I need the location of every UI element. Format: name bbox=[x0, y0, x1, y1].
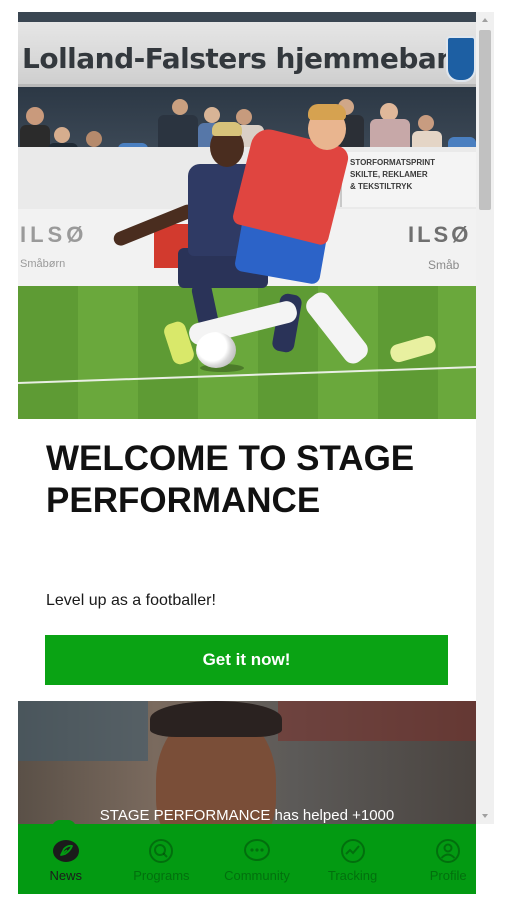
player-hair bbox=[212, 122, 242, 136]
ad-right-subtext: Småb bbox=[428, 258, 460, 272]
nav-item-profile[interactable]: Profile bbox=[400, 824, 476, 894]
nav-label-profile: Profile bbox=[429, 868, 467, 883]
sponsor-board: STORFORMATSPRINT SKILTE, REKLAMER & TEKS… bbox=[340, 152, 476, 207]
nav-label-tracking: Tracking bbox=[327, 868, 378, 883]
app-viewport: Lolland-Falsters hjemmebane STORFORMATSP… bbox=[18, 12, 476, 896]
get-it-now-button[interactable]: Get it now! bbox=[45, 635, 448, 685]
spectator bbox=[86, 131, 102, 147]
spectator bbox=[172, 99, 188, 115]
spectator bbox=[26, 107, 44, 125]
sponsor-line: SKILTE, REKLAMER bbox=[350, 170, 428, 179]
bottom-nav: News Programs Community Tracking Profile bbox=[18, 824, 476, 894]
promo-caption: STAGE PERFORMANCE has helped +1000 bbox=[99, 807, 395, 824]
news-icon bbox=[51, 838, 81, 864]
nav-item-programs[interactable]: Programs bbox=[114, 824, 210, 894]
nav-item-tracking[interactable]: Tracking bbox=[305, 824, 401, 894]
promo-background bbox=[18, 701, 148, 761]
hero-top-strip bbox=[18, 12, 476, 22]
profile-icon bbox=[433, 838, 463, 864]
spectator bbox=[204, 107, 220, 123]
scrollbar-thumb[interactable] bbox=[479, 30, 491, 210]
vertical-scrollbar[interactable] bbox=[476, 12, 494, 824]
spectator bbox=[54, 127, 70, 143]
ad-left-subtext: Småbørn bbox=[20, 258, 66, 270]
scroll-down-arrow-icon[interactable] bbox=[476, 808, 494, 824]
hero-image: Lolland-Falsters hjemmebane STORFORMATSP… bbox=[18, 12, 476, 419]
page-subtitle: Level up as a footballer! bbox=[46, 592, 216, 609]
football bbox=[196, 332, 236, 368]
stadium-banner-text: Lolland-Falsters hjemmebane bbox=[22, 42, 475, 75]
ad-right-text: ILSØ bbox=[408, 222, 472, 247]
scroll-up-arrow-icon[interactable] bbox=[476, 12, 494, 28]
nav-label-community: Community bbox=[224, 868, 290, 883]
nav-label-news: News bbox=[49, 868, 83, 883]
club-crest bbox=[446, 36, 476, 82]
athlete-hair bbox=[150, 701, 282, 737]
promo-background bbox=[278, 701, 476, 741]
nav-item-community[interactable]: Community bbox=[209, 824, 305, 894]
stadium-banner: Lolland-Falsters hjemmebane bbox=[18, 22, 476, 87]
nav-item-news[interactable]: News bbox=[18, 824, 114, 894]
page-title: WELCOME TO STAGE PERFORMANCE bbox=[46, 439, 415, 520]
tracking-icon bbox=[338, 838, 368, 864]
programs-icon bbox=[146, 838, 176, 864]
player-hair bbox=[308, 104, 346, 120]
nav-label-programs: Programs bbox=[133, 868, 190, 883]
sponsor-line: STORFORMATSPRINT bbox=[350, 158, 436, 167]
community-icon bbox=[242, 838, 272, 864]
ad-left-text: ILSØ bbox=[20, 222, 88, 247]
sponsor-line: & TEKSTILTRYK bbox=[350, 182, 413, 191]
spectator bbox=[418, 115, 434, 131]
